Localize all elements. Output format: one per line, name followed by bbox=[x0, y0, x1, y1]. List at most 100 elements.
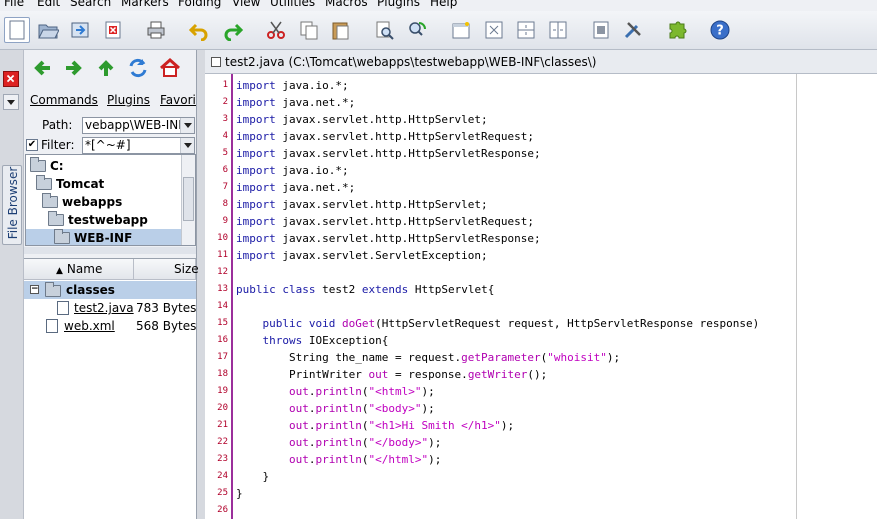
menu-edit[interactable]: Edit bbox=[37, 0, 60, 9]
file-name[interactable]: test2.java bbox=[74, 299, 134, 317]
favorites-menu[interactable]: Favorites bbox=[160, 93, 196, 107]
name-column-header[interactable]: ▲ Name bbox=[24, 259, 134, 280]
split-vertical-icon[interactable] bbox=[545, 17, 571, 43]
menu-markers[interactable]: Markers bbox=[121, 0, 169, 9]
close-file-icon[interactable] bbox=[100, 17, 126, 43]
line-number: 9 bbox=[222, 216, 228, 226]
plugin-manager-icon[interactable] bbox=[664, 17, 690, 43]
code-line[interactable]: import javax.servlet.ServletException; bbox=[236, 247, 488, 264]
menu-utilities[interactable]: Utilities bbox=[270, 0, 315, 9]
code-line[interactable]: out.println("<body>"); bbox=[236, 400, 435, 417]
copy-icon[interactable] bbox=[296, 17, 322, 43]
close-dock-icon[interactable] bbox=[3, 71, 19, 87]
path-combo[interactable]: vebapp\WEB-INF bbox=[82, 117, 195, 134]
tree-item-drive[interactable]: C: bbox=[30, 157, 64, 175]
line-number: 24 bbox=[217, 471, 228, 481]
reload-icon[interactable] bbox=[67, 17, 93, 43]
code-line[interactable]: throws IOException{ bbox=[236, 332, 389, 349]
menu-folding[interactable]: Folding bbox=[178, 0, 221, 9]
code-line[interactable]: out.println("<html>"); bbox=[236, 383, 435, 400]
code-line[interactable]: } bbox=[236, 485, 243, 502]
panel-splitter[interactable] bbox=[24, 247, 196, 254]
code-line[interactable]: import javax.servlet.http.HttpServletReq… bbox=[236, 213, 534, 230]
code-line[interactable]: import javax.servlet.http.HttpServlet; bbox=[236, 196, 488, 213]
file-row[interactable]: web.xml 568 Bytes bbox=[24, 317, 196, 335]
commands-menu[interactable]: Commands bbox=[30, 93, 98, 107]
code-line[interactable]: import java.net.*; bbox=[236, 94, 355, 111]
forward-icon[interactable] bbox=[62, 56, 86, 80]
code-line[interactable]: out.println("</html>"); bbox=[236, 451, 441, 468]
tree-item-testwebapp[interactable]: testwebapp bbox=[48, 211, 148, 229]
code-line[interactable]: import javax.servlet.http.HttpServletRes… bbox=[236, 230, 541, 247]
find-replace-icon[interactable] bbox=[404, 17, 430, 43]
menu-macros[interactable]: Macros bbox=[325, 0, 368, 9]
code-line[interactable]: public class test2 extends HttpServlet{ bbox=[236, 281, 494, 298]
plugins-menu[interactable]: Plugins bbox=[107, 93, 150, 107]
tree-item-tomcat[interactable]: Tomcat bbox=[36, 175, 104, 193]
folder-icon bbox=[48, 211, 64, 226]
line-number-gutter[interactable]: 1 2 3 4 5 6 7 8 9 10 11 12 13 14 15 16 17 18 19 20 21 22 23 24 2… bbox=[205, 74, 233, 519]
tree-item-webapps[interactable]: webapps bbox=[42, 193, 122, 211]
tree-item-label: C: bbox=[50, 159, 64, 173]
collapse-icon[interactable]: − bbox=[30, 285, 39, 294]
line-number: 15 bbox=[217, 318, 228, 328]
help-icon[interactable]: ? bbox=[707, 17, 733, 43]
new-view-icon[interactable] bbox=[448, 17, 474, 43]
editor-blank-area bbox=[797, 74, 877, 519]
code-line[interactable]: import javax.servlet.http.HttpServletRes… bbox=[236, 145, 541, 162]
code-line[interactable]: String the_name = request.getParameter("… bbox=[236, 349, 620, 366]
file-name[interactable]: web.xml bbox=[64, 317, 115, 335]
back-icon[interactable] bbox=[30, 56, 54, 80]
code-line[interactable]: import java.net.*; bbox=[236, 179, 355, 196]
code-line[interactable]: } bbox=[236, 468, 269, 485]
split-horizontal-icon[interactable] bbox=[513, 17, 539, 43]
line-number: 3 bbox=[222, 114, 228, 124]
new-file-icon[interactable] bbox=[4, 17, 30, 43]
code-line[interactable]: import java.io.*; bbox=[236, 77, 349, 94]
buffer-state-icon bbox=[211, 57, 221, 67]
filter-checkbox[interactable]: ✔ bbox=[26, 139, 38, 151]
chevron-down-icon[interactable] bbox=[180, 118, 194, 133]
undo-icon[interactable] bbox=[186, 17, 212, 43]
file-browser-tab[interactable]: File Browser bbox=[2, 165, 22, 245]
home-icon[interactable] bbox=[158, 56, 182, 80]
code-line[interactable]: out.println("<h1>Hi Smith </h1>"); bbox=[236, 417, 514, 434]
cut-icon[interactable] bbox=[263, 17, 289, 43]
tree-scrollbar[interactable] bbox=[181, 155, 195, 245]
tree-item-web-inf[interactable]: WEB-INF bbox=[26, 229, 182, 245]
print-icon[interactable] bbox=[143, 17, 169, 43]
menu-view[interactable]: View bbox=[232, 0, 260, 9]
code-line[interactable]: import javax.servlet.http.HttpServlet; bbox=[236, 111, 488, 128]
parent-directory-icon[interactable] bbox=[94, 56, 118, 80]
chevron-down-icon[interactable] bbox=[180, 138, 194, 153]
find-icon[interactable] bbox=[372, 17, 398, 43]
menu-help[interactable]: Help bbox=[430, 0, 457, 9]
group-row-classes[interactable]: − classes bbox=[24, 281, 196, 299]
dock-menu-icon[interactable] bbox=[3, 94, 19, 110]
code-line[interactable]: public void doGet(HttpServletRequest req… bbox=[236, 315, 760, 332]
refresh-icon[interactable] bbox=[126, 56, 150, 80]
code-line[interactable]: out.println("</body>"); bbox=[236, 434, 441, 451]
file-browser-tab-label: File Browser bbox=[6, 166, 20, 240]
main-toolbar: ? bbox=[0, 11, 877, 50]
filter-combo[interactable]: *[^~#] bbox=[82, 137, 195, 154]
menu-file[interactable]: File bbox=[4, 0, 24, 9]
line-number: 26 bbox=[217, 505, 228, 515]
code-line[interactable]: PrintWriter out = response.getWriter(); bbox=[236, 366, 547, 383]
paste-icon[interactable] bbox=[328, 17, 354, 43]
menu-plugins[interactable]: Plugins bbox=[377, 0, 420, 9]
code-area[interactable]: import java.io.*; import java.net.*; impor… bbox=[236, 74, 796, 519]
size-column-header[interactable]: Size bbox=[134, 259, 199, 280]
buffer-options-icon[interactable] bbox=[588, 17, 614, 43]
open-file-icon[interactable] bbox=[35, 17, 61, 43]
line-number: 20 bbox=[217, 403, 228, 413]
filter-label: Filter: bbox=[41, 138, 75, 152]
file-row[interactable]: test2.java 783 Bytes bbox=[24, 299, 196, 317]
folder-icon bbox=[36, 175, 52, 190]
redo-icon[interactable] bbox=[220, 17, 246, 43]
code-line[interactable]: import javax.servlet.http.HttpServletReq… bbox=[236, 128, 534, 145]
code-line[interactable]: import java.io.*; bbox=[236, 162, 349, 179]
menu-search[interactable]: Search bbox=[70, 0, 111, 9]
global-options-icon[interactable] bbox=[620, 17, 646, 43]
unsplit-icon[interactable] bbox=[481, 17, 507, 43]
